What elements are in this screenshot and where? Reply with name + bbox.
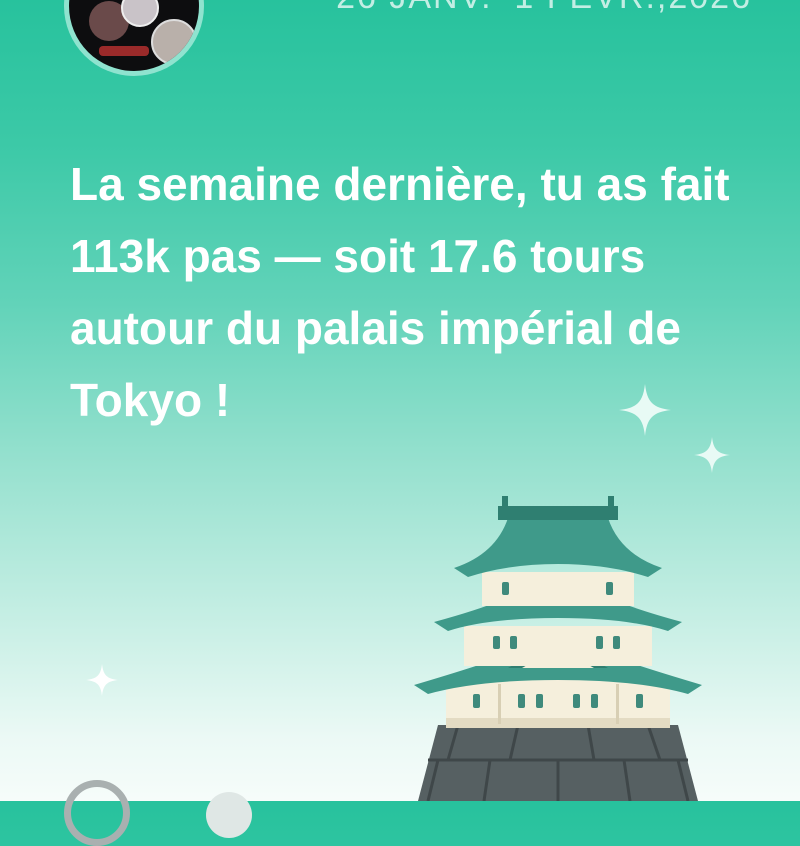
sparkle-icon <box>619 384 671 436</box>
bottom-dot <box>206 792 252 838</box>
bottom-ring-icon <box>64 780 130 846</box>
sparkle-icon <box>694 437 730 473</box>
date-range: 26 JANV.~1 FÉVR.,2026 <box>286 0 752 17</box>
sparkle-icon <box>86 664 118 696</box>
profile-avatar[interactable] <box>64 0 204 76</box>
avatar-photo <box>69 0 199 71</box>
castle-icon <box>414 496 702 801</box>
